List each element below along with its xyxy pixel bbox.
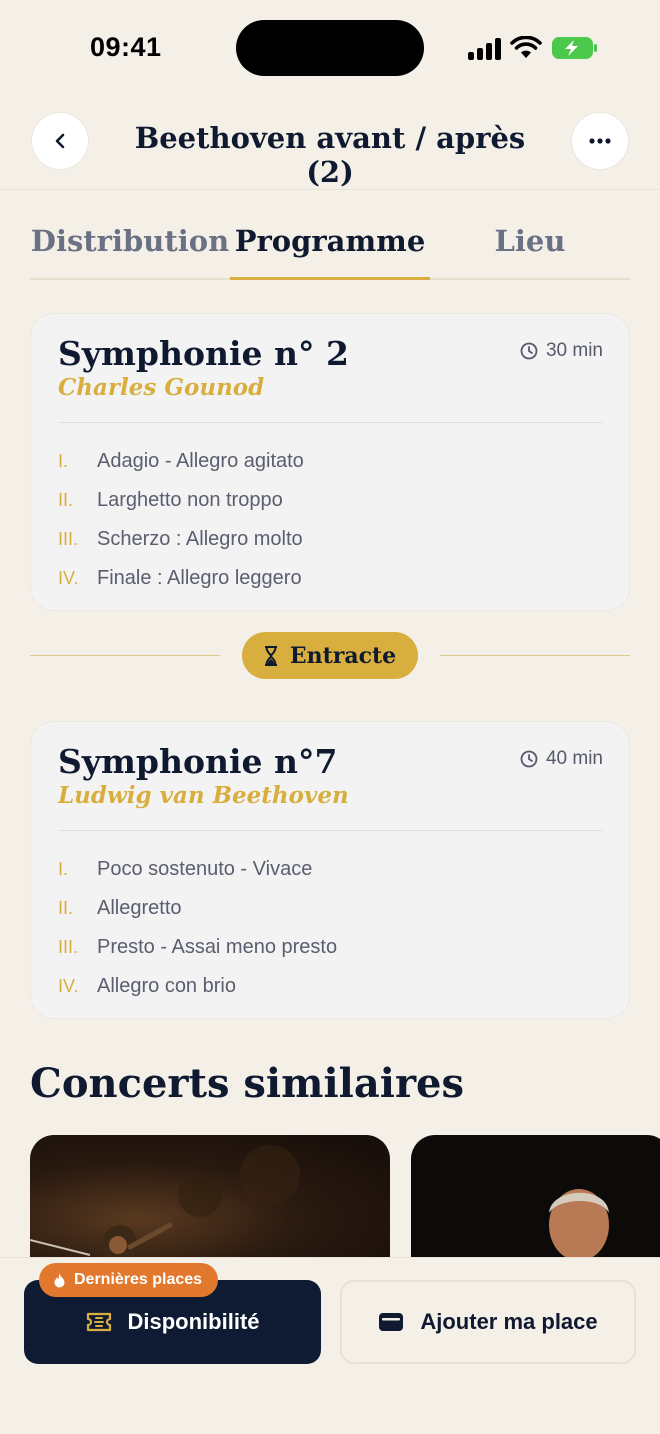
status-bar: 09:41 xyxy=(0,0,660,96)
movement-item: III. Presto - Assai meno presto xyxy=(58,928,598,967)
divider xyxy=(440,655,630,656)
work-duration: 40 min xyxy=(520,748,603,770)
dynamic-island xyxy=(236,20,424,76)
intermission-pill: Entracte xyxy=(242,632,418,679)
concert-card-image[interactable] xyxy=(30,1135,390,1275)
movement-item: IV. Finale : Allegro leggero xyxy=(58,559,598,598)
work-title: Symphonie n°7 xyxy=(58,742,338,781)
last-seats-badge: Dernières places xyxy=(39,1263,219,1297)
composer-name: Charles Gounod xyxy=(58,374,265,401)
movement-name: Adagio - Allegro agitato xyxy=(97,450,304,472)
top-app-bar: Beethoven avant / après (2) xyxy=(0,96,660,190)
program-card: Symphonie n° 2 Charles Gounod 30 min I. A… xyxy=(30,313,630,611)
movement-name: Finale : Allegro leggero xyxy=(97,567,302,589)
wifi-icon xyxy=(510,36,542,58)
tab-bar: Distribution Programme Lieu xyxy=(30,206,630,280)
more-horizontal-icon xyxy=(589,138,611,144)
add-seat-label: Ajouter ma place xyxy=(420,1309,598,1334)
page-title: Beethoven avant / après (2) xyxy=(134,121,526,189)
fire-icon xyxy=(54,1273,65,1287)
movement-number: I. xyxy=(58,859,69,879)
movement-number: IV. xyxy=(58,976,79,996)
movement-item: III. Scherzo : Allegro molto xyxy=(58,520,598,559)
concert-photo xyxy=(30,1145,300,1265)
tab-distribution[interactable]: Distribution xyxy=(30,224,230,258)
more-options-button[interactable] xyxy=(571,112,629,170)
movement-name: Larghetto non troppo xyxy=(97,489,283,511)
movement-item: II. Larghetto non troppo xyxy=(58,481,598,520)
movement-list: I. Poco sostenuto - Vivace II. Allegretto … xyxy=(58,850,598,1006)
movement-number: IV. xyxy=(58,568,79,588)
concert-card-image[interactable] xyxy=(411,1135,660,1275)
movement-name: Poco sostenuto - Vivace xyxy=(97,858,313,880)
movement-item: IV. Allegro con brio xyxy=(58,967,598,1006)
movement-item: II. Allegretto xyxy=(58,889,598,928)
movement-number: III. xyxy=(58,937,79,957)
conductor-photo xyxy=(531,1189,627,1275)
chevron-left-icon xyxy=(55,133,65,149)
movement-name: Allegretto xyxy=(97,897,182,919)
movement-number: III. xyxy=(58,529,79,549)
movement-name: Presto - Assai meno presto xyxy=(97,936,338,958)
bottom-action-bar: Disponibilité Ajouter ma place Dernières… xyxy=(0,1257,660,1434)
hourglass-icon xyxy=(264,645,277,666)
movement-number: I. xyxy=(58,451,69,471)
ticket-icon xyxy=(86,1312,111,1332)
movement-name: Allegro con brio xyxy=(97,975,236,997)
badge-label: Dernières places xyxy=(74,1271,203,1288)
composer-name: Ludwig van Beethoven xyxy=(58,782,349,809)
duration-label: 30 min xyxy=(545,340,603,361)
movement-item: I. Poco sostenuto - Vivace xyxy=(58,850,598,889)
movement-name: Scherzo : Allegro molto xyxy=(97,528,303,550)
divider xyxy=(30,655,220,656)
work-title: Symphonie n° 2 xyxy=(58,334,349,373)
clock-icon xyxy=(520,750,538,768)
clock-icon xyxy=(520,342,538,360)
availability-label: Disponibilité xyxy=(127,1309,260,1334)
movement-item: I. Adagio - Allegro agitato xyxy=(58,442,598,481)
movement-list: I. Adagio - Allegro agitato II. Larghetto … xyxy=(58,442,598,598)
add-seat-button[interactable]: Ajouter ma place xyxy=(340,1280,636,1364)
section-title: Concerts similaires xyxy=(30,1060,464,1107)
back-button[interactable] xyxy=(31,112,89,170)
battery-icon xyxy=(552,37,597,59)
tab-programme[interactable]: Programme xyxy=(230,224,430,258)
signal-icon xyxy=(468,38,502,60)
movement-number: II. xyxy=(58,490,74,510)
duration-label: 40 min xyxy=(545,748,603,769)
divider xyxy=(58,422,603,423)
tab-lieu[interactable]: Lieu xyxy=(430,224,630,258)
divider xyxy=(58,830,603,831)
status-time: 09:41 xyxy=(90,32,162,62)
intermission-label: Entracte xyxy=(289,642,397,669)
movement-number: II. xyxy=(58,898,74,918)
work-duration: 30 min xyxy=(520,340,603,362)
wallet-icon xyxy=(379,1313,404,1331)
program-card: Symphonie n°7 Ludwig van Beethoven 40 mi… xyxy=(30,721,630,1019)
active-tab-indicator xyxy=(230,277,430,280)
